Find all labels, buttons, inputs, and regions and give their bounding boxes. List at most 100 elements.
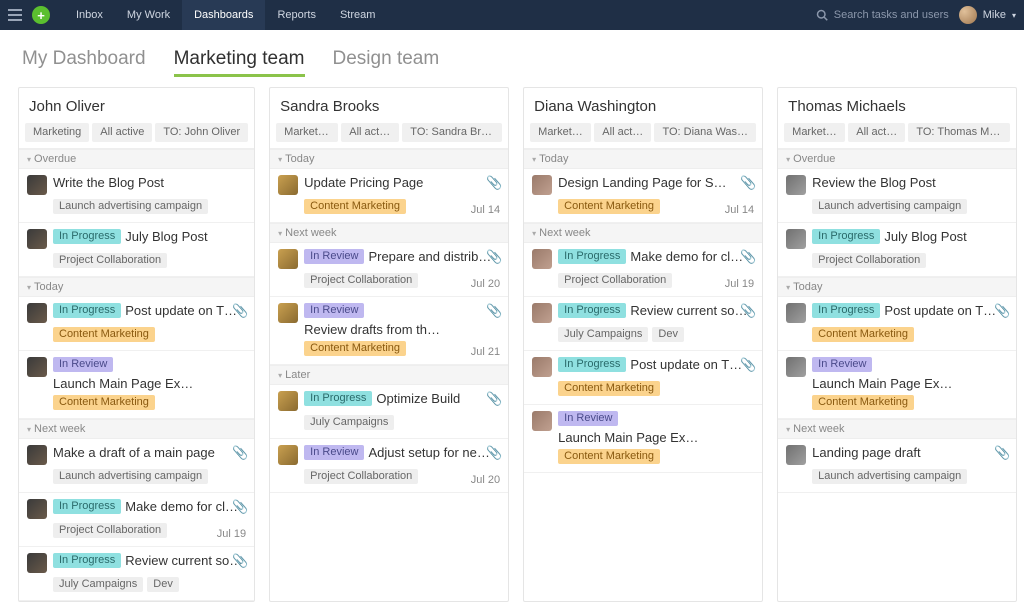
tag-chip[interactable]: Content Marketing <box>53 327 155 342</box>
filter-chip[interactable]: All active <box>92 123 152 142</box>
tag-chip[interactable]: July Campaigns <box>53 577 143 592</box>
tag-chip[interactable]: Project Collaboration <box>304 469 418 484</box>
tag-chip[interactable]: Content Marketing <box>304 199 406 214</box>
task-card[interactable]: In ReviewPrepare and distrib…Project Col… <box>270 243 508 297</box>
task-card[interactable]: In ReviewLaunch Main Page Ex…Content Mar… <box>19 351 254 419</box>
attachment-icon[interactable]: 📎 <box>486 391 502 407</box>
filter-chip[interactable]: All active <box>848 123 905 142</box>
nav-item-stream[interactable]: Stream <box>328 0 387 30</box>
task-card[interactable]: In ReviewAdjust setup for ne…Project Col… <box>270 439 508 493</box>
user-menu[interactable]: Mike ▾ <box>959 6 1016 24</box>
filter-chip[interactable]: TO: Thomas Mic… <box>908 123 1010 142</box>
section-header[interactable]: Overdue <box>19 149 254 169</box>
filter-chip[interactable]: Marketing <box>530 123 591 142</box>
tag-chip[interactable]: Project Collaboration <box>53 253 167 268</box>
task-card[interactable]: In ReviewLaunch Main Page Ex…Content Mar… <box>778 351 1016 419</box>
filter-chip[interactable]: Marketing <box>276 123 338 142</box>
task-card[interactable]: In ProgressMake demo for cl…Project Coll… <box>524 243 762 297</box>
filter-chip[interactable]: Marketing <box>25 123 89 142</box>
tag-chip[interactable]: Launch advertising campaign <box>812 199 967 214</box>
tag-chip[interactable]: Launch advertising campaign <box>53 469 208 484</box>
task-card[interactable]: Update Pricing PageContent Marketing📎Jul… <box>270 169 508 223</box>
task-card[interactable]: In ProgressOptimize BuildJuly Campaigns📎 <box>270 385 508 439</box>
attachment-icon[interactable]: 📎 <box>232 499 248 515</box>
section-header[interactable]: Today <box>778 277 1016 297</box>
tag-chip[interactable]: Content Marketing <box>812 327 914 342</box>
filter-chip[interactable]: TO: John Oliver <box>155 123 248 142</box>
tag-chip[interactable]: Project Collaboration <box>558 273 672 288</box>
section-header[interactable]: Today <box>19 277 254 297</box>
tag-chip[interactable]: Launch advertising campaign <box>53 199 208 214</box>
attachment-icon[interactable]: 📎 <box>486 175 502 191</box>
tag-chip[interactable]: Project Collaboration <box>812 253 926 268</box>
attachment-icon[interactable]: 📎 <box>740 357 756 373</box>
attachment-icon[interactable]: 📎 <box>232 553 248 569</box>
attachment-icon[interactable]: 📎 <box>486 249 502 265</box>
task-card[interactable]: In ProgressReview current so…July Campai… <box>19 547 254 601</box>
task-card[interactable]: Review the Blog PostLaunch advertising c… <box>778 169 1016 223</box>
section-header[interactable]: Later <box>270 365 508 385</box>
menu-icon[interactable] <box>8 8 22 22</box>
task-card[interactable]: In ProgressMake demo for cl…Project Coll… <box>19 493 254 547</box>
task-card[interactable]: In ProgressPost update on T…Content Mark… <box>19 297 254 351</box>
section-header[interactable]: Next week <box>270 223 508 243</box>
task-card[interactable]: In ReviewReview drafts from th…Content M… <box>270 297 508 365</box>
attachment-icon[interactable]: 📎 <box>740 175 756 191</box>
tag-chip[interactable]: Dev <box>147 577 179 592</box>
attachment-icon[interactable]: 📎 <box>740 303 756 319</box>
filter-chip[interactable]: TO: Diana Wash… <box>654 123 756 142</box>
attachment-icon[interactable]: 📎 <box>232 445 248 461</box>
tag-chip[interactable]: Content Marketing <box>304 341 406 356</box>
task-card[interactable]: In ProgressReview current so…July Campai… <box>524 297 762 351</box>
nav-item-dashboards[interactable]: Dashboards <box>182 0 265 30</box>
attachment-icon[interactable]: 📎 <box>486 445 502 461</box>
top-navbar: + InboxMy WorkDashboardsReportsStream Se… <box>0 0 1024 30</box>
tag-chip[interactable]: Content Marketing <box>53 395 155 410</box>
tag-chip[interactable]: July Campaigns <box>304 415 394 430</box>
task-card[interactable]: In ProgressJuly Blog PostProject Collabo… <box>19 223 254 277</box>
add-button[interactable]: + <box>32 6 50 24</box>
section-header[interactable]: Overdue <box>778 149 1016 169</box>
task-card[interactable]: Make a draft of a main pageLaunch advert… <box>19 439 254 493</box>
tag-chip[interactable]: Content Marketing <box>558 381 660 396</box>
attachment-icon[interactable]: 📎 <box>994 303 1010 319</box>
section-header[interactable]: Next week <box>778 419 1016 439</box>
tag-chip[interactable]: Project Collaboration <box>53 523 167 538</box>
search-placeholder: Search tasks and users <box>834 9 949 21</box>
dash-tab-design-team[interactable]: Design team <box>333 48 440 77</box>
tag-chip[interactable]: Content Marketing <box>558 199 660 214</box>
task-card[interactable]: In ReviewLaunch Main Page Ex…Content Mar… <box>524 405 762 473</box>
section-header[interactable]: Today <box>270 149 508 169</box>
tag-chip[interactable]: Project Collaboration <box>304 273 418 288</box>
tag-chip[interactable]: Content Marketing <box>812 395 914 410</box>
assignee-avatar-icon <box>278 175 298 195</box>
nav-item-my-work[interactable]: My Work <box>115 0 182 30</box>
filter-chip[interactable]: All active <box>594 123 651 142</box>
filter-chip[interactable]: Marketing <box>784 123 845 142</box>
filter-chip[interactable]: All active <box>341 123 399 142</box>
attachment-icon[interactable]: 📎 <box>232 303 248 319</box>
attachment-icon[interactable]: 📎 <box>740 249 756 265</box>
dash-tab-marketing-team[interactable]: Marketing team <box>174 48 305 77</box>
task-card[interactable]: Landing page draftLaunch advertising cam… <box>778 439 1016 493</box>
filter-chip[interactable]: TO: Sandra Bro… <box>402 123 502 142</box>
section-header[interactable]: Next week <box>524 223 762 243</box>
nav-item-reports[interactable]: Reports <box>265 0 328 30</box>
task-card[interactable]: In ProgressJuly Blog PostProject Collabo… <box>778 223 1016 277</box>
section-header[interactable]: Today <box>524 149 762 169</box>
task-card[interactable]: Design Landing Page for Sum…Content Mark… <box>524 169 762 223</box>
column-title: Diana Washington <box>524 88 762 123</box>
tag-chip[interactable]: Launch advertising campaign <box>812 469 967 484</box>
dash-tab-my-dashboard[interactable]: My Dashboard <box>22 48 146 77</box>
tag-chip[interactable]: Content Marketing <box>558 449 660 464</box>
nav-item-inbox[interactable]: Inbox <box>64 0 115 30</box>
attachment-icon[interactable]: 📎 <box>486 303 502 319</box>
tag-chip[interactable]: Dev <box>652 327 684 342</box>
attachment-icon[interactable]: 📎 <box>994 445 1010 461</box>
task-card[interactable]: In ProgressPost update on T…Content Mark… <box>778 297 1016 351</box>
section-header[interactable]: Next week <box>19 419 254 439</box>
task-card[interactable]: Write the Blog PostLaunch advertising ca… <box>19 169 254 223</box>
tag-chip[interactable]: July Campaigns <box>558 327 648 342</box>
search-box[interactable]: Search tasks and users <box>816 9 949 21</box>
task-card[interactable]: In ProgressPost update on T…Content Mark… <box>524 351 762 405</box>
